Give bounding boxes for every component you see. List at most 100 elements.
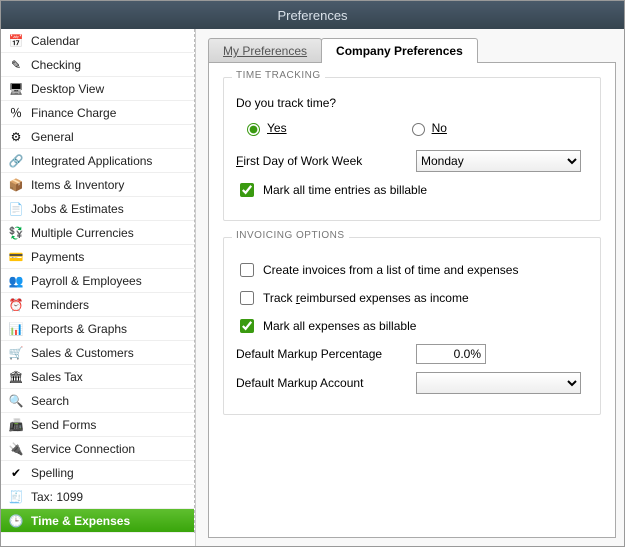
sidebar-item-spelling[interactable]: ✔ Spelling [1,461,194,485]
multiple-currencies-icon: 💱 [7,224,25,242]
sidebar-item-label: Integrated Applications [31,154,152,168]
time-tracking-legend: TIME TRACKING [232,70,325,81]
window-body: 📅 Calendar ✎ Checking 🖥 Desktop View ％ Finance … [1,29,624,546]
sidebar-item-label: Reminders [31,298,89,312]
create-invoices-row[interactable]: Create invoices from a list of time and … [236,260,588,280]
sidebar[interactable]: 📅 Calendar ✎ Checking 🖥 Desktop View ％ Finance … [1,29,196,546]
titlebar: Preferences [1,1,624,29]
track-reimbursed-row[interactable]: Track reimbursed expenses as income [236,288,588,308]
sidebar-item-multiple-currencies[interactable]: 💱 Multiple Currencies [1,221,194,245]
sidebar-item-label: Finance Charge [31,106,116,120]
sidebar-item-items-inventory[interactable]: 📦Items & Inventory [1,173,194,197]
tab-content: TIME TRACKING Do you track time? Yes No [208,62,616,538]
track-time-radios: Yes No [242,120,588,136]
sidebar-item-label: Calendar [31,34,80,48]
sidebar-item-payroll-employees[interactable]: 👥 Payroll & Employees [1,269,194,293]
sidebar-item-label: Checking [31,58,81,72]
tab-my-preferences[interactable]: My Preferences [208,38,322,63]
first-day-row: First Day of Work Week SundayMondayTuesd… [236,150,588,172]
default-markup-acct-label: Default Markup Account [236,376,416,390]
first-day-select[interactable]: SundayMondayTuesdayWednesdayThursdayFrid… [416,150,581,172]
sidebar-item-label: Sales & Customers [31,346,134,360]
tab-company-preferences[interactable]: Company Preferences [321,38,478,63]
sidebar-item-calendar[interactable]: 📅 Calendar [1,29,194,53]
track-reimbursed-checkbox[interactable] [240,291,254,305]
sales-customers-icon: 🛒 [7,344,25,362]
track-time-yes-radio[interactable] [247,123,260,136]
sidebar-item-finance-charge[interactable]: ％ Finance Charge [1,101,194,125]
track-time-no-radio[interactable] [412,123,425,136]
sidebar-item-integrated-applications[interactable]: 🔗 Integrated Applications [1,149,194,173]
default-markup-pct-row: Default Markup Percentage [236,344,588,364]
sidebar-item-label: Items & Inventory [31,178,124,192]
mark-time-billable-row[interactable]: Mark all time entries as billable [236,180,588,200]
spelling-icon: ✔ [7,464,25,482]
track-time-yes[interactable]: Yes [242,120,287,136]
sidebar-item-label: Service Connection [31,442,135,456]
track-reimbursed-label: Track reimbursed expenses as income [263,291,469,305]
sidebar-item-search[interactable]: 🔍 Search [1,389,194,413]
sidebar-item-reports-graphs[interactable]: 📊 Reports & Graphs [1,317,194,341]
sidebar-item-jobs-estimates[interactable]: 📄 Jobs & Estimates [1,197,194,221]
sidebar-item-label: General [31,130,74,144]
integrated-apps-icon: 🔗 [7,152,25,170]
window-title: Preferences [277,8,347,23]
sidebar-item-label: Payroll & Employees [31,274,142,288]
time-tracking-group: TIME TRACKING Do you track time? Yes No [223,77,601,221]
sidebar-item-checking[interactable]: ✎ Checking [1,53,194,77]
payments-icon: 💳 [7,248,25,266]
calendar-icon: 📅 [7,32,25,50]
sidebar-item-label: Reports & Graphs [31,322,127,336]
jobs-estimates-icon: 📄 [7,200,25,218]
sidebar-item-general[interactable]: ⚙General [1,125,194,149]
mark-time-billable-checkbox[interactable] [240,183,254,197]
mark-expenses-billable-checkbox[interactable] [240,319,254,333]
track-time-question: Do you track time? [236,96,588,110]
sidebar-item-label: Jobs & Estimates [31,202,124,216]
tabs: My Preferences Company Preferences [208,37,616,63]
mark-expenses-billable-label: Mark all expenses as billable [263,319,416,333]
search-icon: 🔍 [7,392,25,410]
sidebar-item-label: Send Forms [31,418,96,432]
create-invoices-checkbox[interactable] [240,263,254,277]
default-markup-acct-row: Default Markup Account [236,372,588,394]
payroll-employees-icon: 👥 [7,272,25,290]
first-day-label: First Day of Work Week [236,154,416,168]
sidebar-item-label: Time & Expenses [31,514,130,528]
track-time-no[interactable]: No [407,120,447,136]
sidebar-item-send-forms[interactable]: 📠 Send Forms [1,413,194,437]
finance-charge-icon: ％ [7,104,25,122]
create-invoices-label: Create invoices from a list of time and … [263,263,518,277]
default-markup-pct-input[interactable] [416,344,486,364]
sidebar-item-label: Desktop View [31,82,104,96]
send-forms-icon: 📠 [7,416,25,434]
main-panel: My Preferences Company Preferences TIME … [196,29,624,546]
sidebar-item-time-expenses[interactable]: 🕒 Time & Expenses [1,509,194,533]
service-connection-icon: 🔌 [7,440,25,458]
checking-icon: ✎ [7,56,25,74]
invoicing-legend: INVOICING OPTIONS [232,230,349,241]
time-expenses-icon: 🕒 [7,512,25,530]
sidebar-item-tax-1099[interactable]: 🧾Tax: 1099 [1,485,194,509]
sidebar-item-sales-customers[interactable]: 🛒 Sales & Customers [1,341,194,365]
sidebar-item-service-connection[interactable]: 🔌 Service Connection [1,437,194,461]
default-markup-acct-select[interactable] [416,372,581,394]
mark-expenses-billable-row[interactable]: Mark all expenses as billable [236,316,588,336]
tax-1099-icon: 🧾 [7,488,25,506]
sidebar-item-label: Spelling [31,466,74,480]
mark-time-billable-label: Mark all time entries as billable [263,183,427,197]
sidebar-item-label: Payments [31,250,84,264]
sidebar-item-sales-tax[interactable]: 🏛 Sales Tax [1,365,194,389]
sidebar-item-reminders[interactable]: ⏰ Reminders [1,293,194,317]
preferences-window: Preferences 📅 Calendar ✎ Checking 🖥 Desktop V… [0,0,625,547]
default-markup-pct-label: Default Markup Percentage [236,347,416,361]
sidebar-item-payments[interactable]: 💳 Payments [1,245,194,269]
sales-tax-icon: 🏛 [7,368,25,386]
sidebar-item-label: Multiple Currencies [31,226,134,240]
sidebar-item-label: Search [31,394,69,408]
desktop-view-icon: 🖥 [7,80,25,98]
sidebar-item-label: Sales Tax [31,370,83,384]
sidebar-item-desktop-view[interactable]: 🖥 Desktop View [1,77,194,101]
reports-graphs-icon: 📊 [7,320,25,338]
reminders-icon: ⏰ [7,296,25,314]
